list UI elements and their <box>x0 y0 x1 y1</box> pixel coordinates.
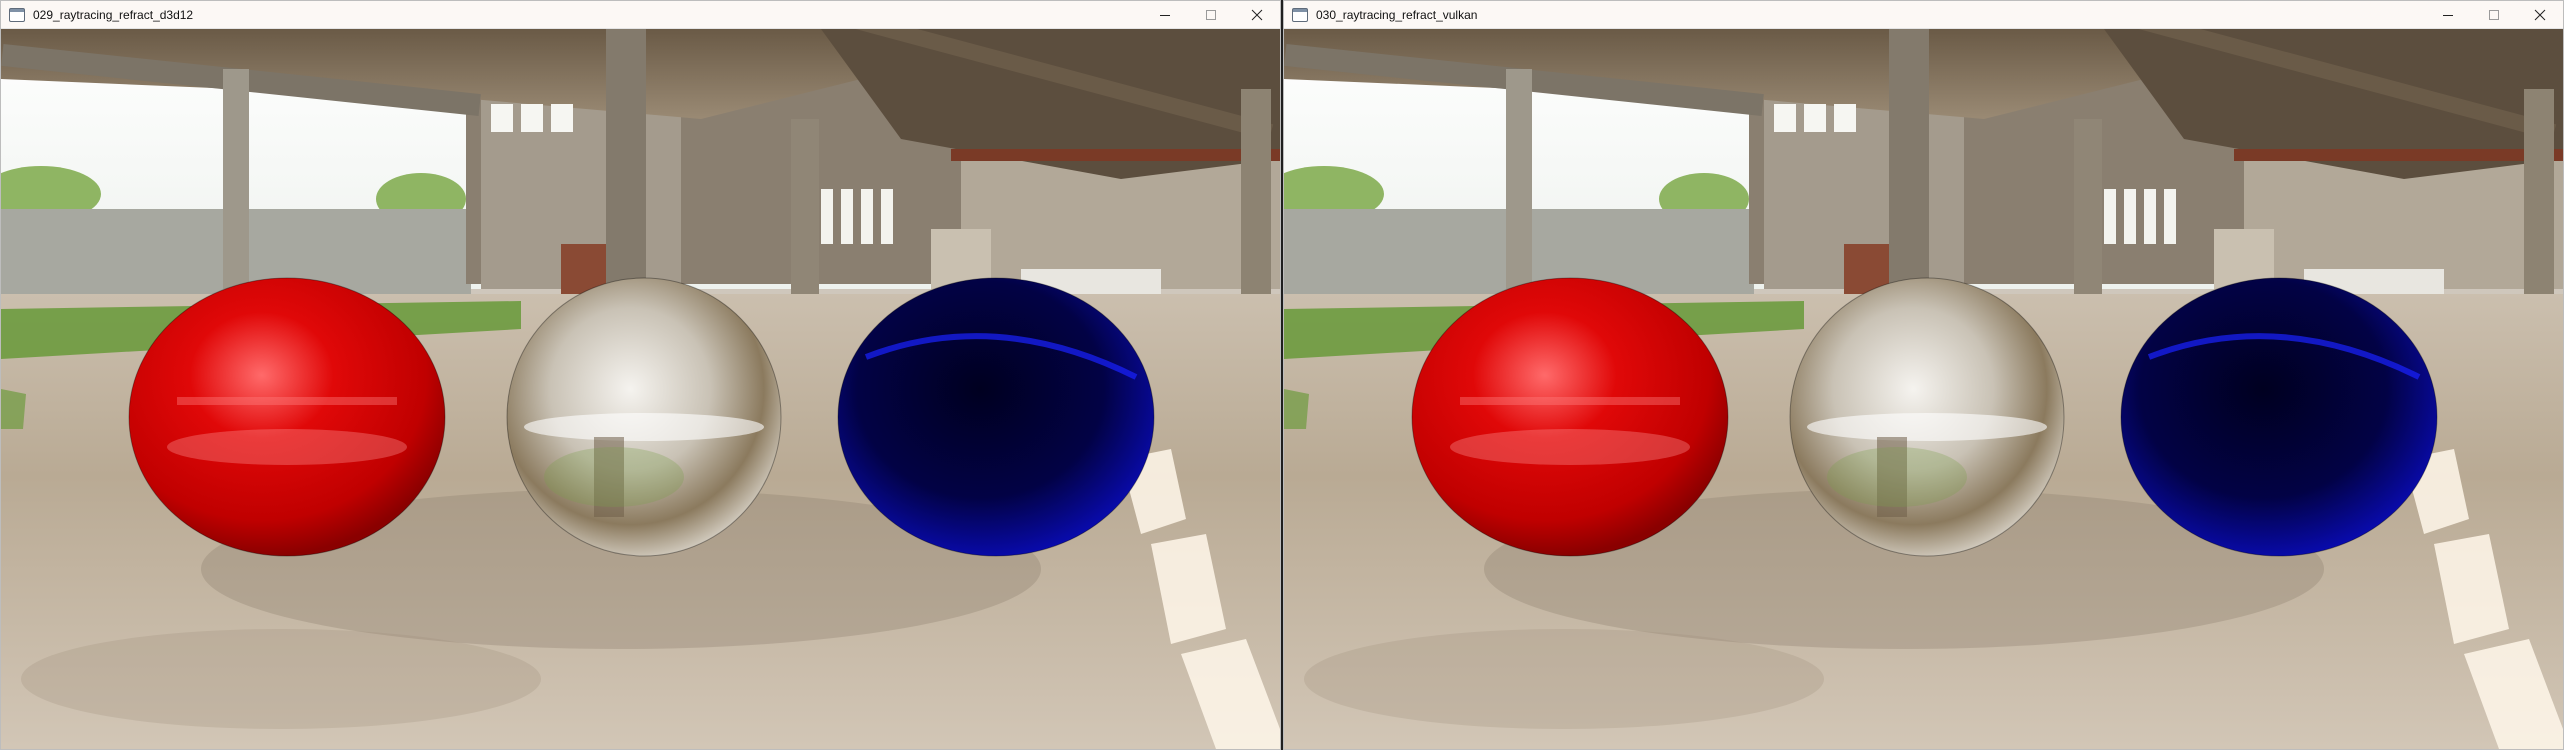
raytraced-scene <box>1 29 1280 749</box>
clear-sphere <box>506 277 782 557</box>
window-title: 029_raytracing_refract_d3d12 <box>33 7 194 22</box>
minimize-button[interactable] <box>1142 1 1188 29</box>
window-controls <box>1142 1 1280 29</box>
minimize-icon <box>2443 14 2453 16</box>
minimize-button[interactable] <box>2425 1 2471 29</box>
raytraced-scene <box>1284 29 2563 749</box>
clear-sphere <box>1789 277 2065 557</box>
blue-sphere <box>837 277 1155 557</box>
close-icon <box>1251 9 1263 20</box>
minimize-icon <box>1160 14 1170 16</box>
close-button[interactable] <box>2517 1 2563 29</box>
window-controls <box>2425 1 2563 29</box>
maximize-button[interactable] <box>1188 1 1234 29</box>
app-window-icon <box>9 7 25 22</box>
window-vulkan: 030_raytracing_refract_vulkan <box>1283 0 2564 750</box>
close-button[interactable] <box>1234 1 1280 29</box>
render-viewport[interactable] <box>1 29 1280 749</box>
window-title: 030_raytracing_refract_vulkan <box>1316 7 1478 22</box>
maximize-icon <box>2489 9 2499 20</box>
close-icon <box>2534 9 2546 20</box>
title-bar[interactable]: 030_raytracing_refract_vulkan <box>1284 1 2563 29</box>
render-viewport[interactable] <box>1284 29 2563 749</box>
red-sphere <box>128 277 446 557</box>
maximize-button[interactable] <box>2471 1 2517 29</box>
app-window-icon <box>1292 7 1308 22</box>
blue-sphere <box>2120 277 2438 557</box>
window-d3d12: 029_raytracing_refract_d3d12 <box>0 0 1281 750</box>
red-sphere <box>1411 277 1729 557</box>
desktop: 029_raytracing_refract_d3d12 030_raytrac… <box>0 0 2564 750</box>
title-bar[interactable]: 029_raytracing_refract_d3d12 <box>1 1 1280 29</box>
maximize-icon <box>1206 9 1216 20</box>
